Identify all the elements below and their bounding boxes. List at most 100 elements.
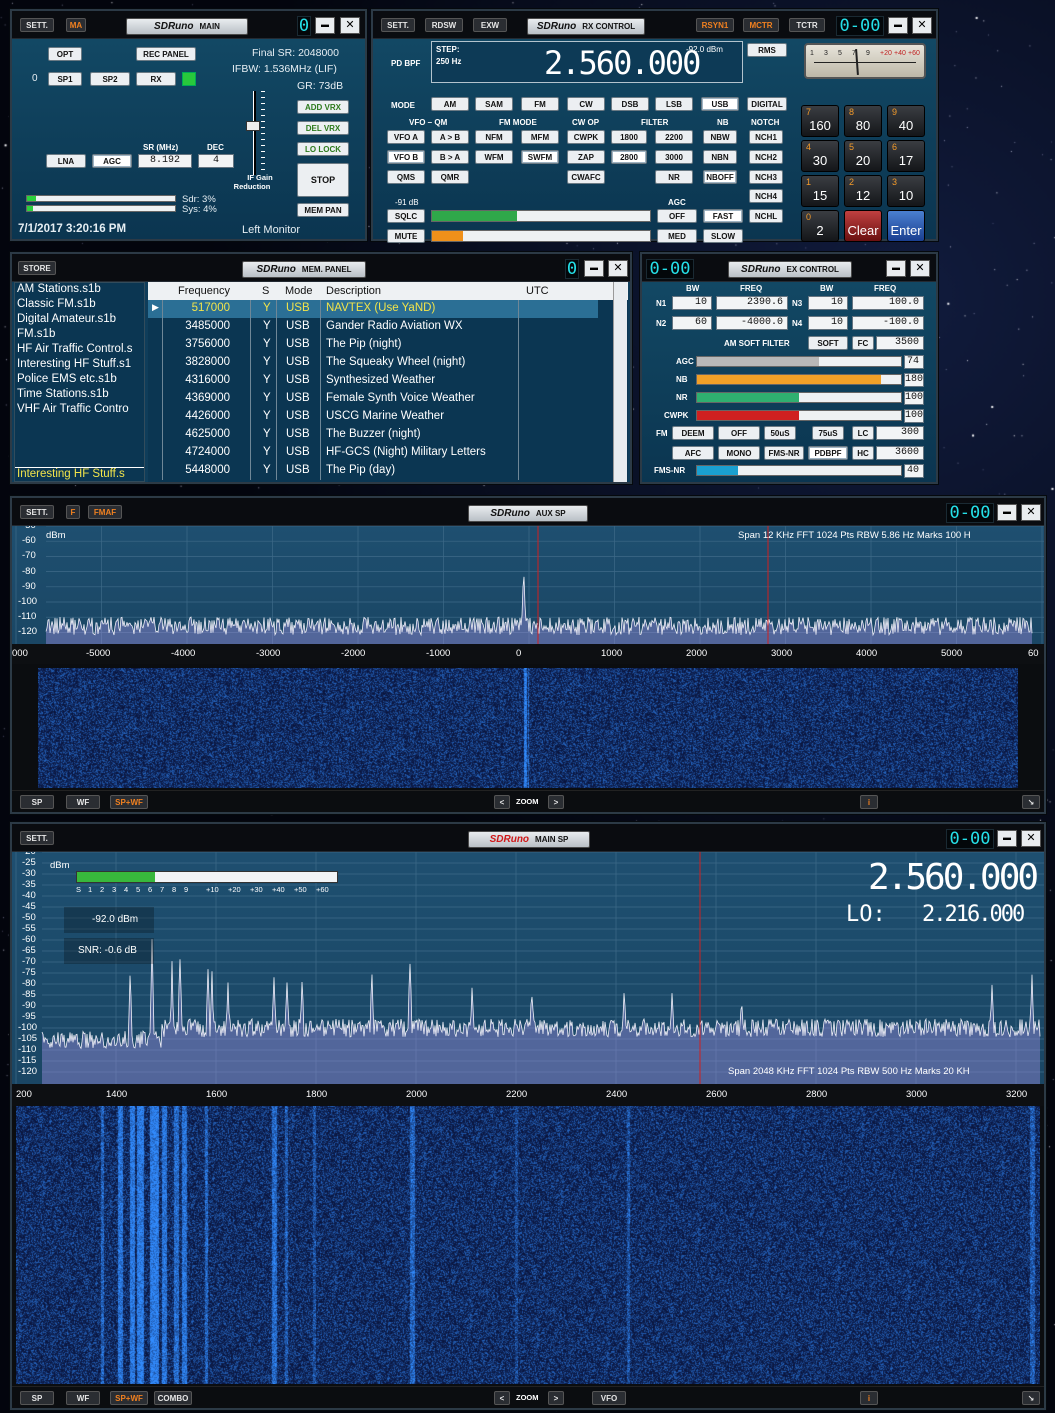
minimize-button[interactable]: ▬ — [315, 17, 335, 34]
file-list-item[interactable]: Interesting HF Stuff.s1 — [17, 358, 131, 370]
close-button[interactable]: ✕ — [608, 260, 628, 277]
table-row[interactable]: 3828000 Y USB The Squeaky Wheel (night) — [148, 354, 598, 372]
fmaf-button[interactable]: FMAF — [88, 505, 122, 519]
main-waterfall[interactable] — [16, 1106, 1040, 1384]
close-button[interactable]: ✕ — [1021, 830, 1041, 847]
rx-titlebar[interactable]: SETT. RDSW EXW SDRuno RX CONTROL RSYN1 MC… — [373, 11, 936, 39]
rdsw-button[interactable]: RDSW — [425, 18, 463, 32]
sqlc-button[interactable]: SQLC — [387, 209, 425, 223]
main-ma-button[interactable]: MA — [66, 18, 86, 32]
fm-off-button[interactable]: OFF — [718, 426, 760, 440]
mode-fm-button[interactable]: FM — [521, 97, 559, 111]
agc-med-button[interactable]: MED — [657, 229, 697, 243]
fmsnr-slider[interactable] — [696, 465, 902, 476]
rx-button-cwafc[interactable]: CWAFC — [567, 170, 605, 184]
rx-button-1800[interactable]: 1800 — [611, 130, 647, 144]
selected-file-field[interactable]: Interesting HF Stuff.s — [15, 467, 144, 481]
aux-titlebar[interactable]: SETT. F FMAF SDRuno AUX SP 0-00 ▬ ✕ — [12, 498, 1044, 526]
table-row[interactable]: 4724000 Y USB HF-GCS (Night) Military Lette… — [148, 444, 598, 462]
mode-sam-button[interactable]: SAM — [475, 97, 513, 111]
keypad-enter-button[interactable]: Enter — [887, 210, 925, 242]
add-vrx-button[interactable]: ADD VRX — [297, 100, 349, 114]
minimize-button[interactable]: ▬ — [584, 260, 604, 277]
pdbpf-button[interactable]: PDBPF — [808, 446, 848, 460]
keypad-30-button[interactable]: 4 30 — [801, 140, 839, 172]
deem-button[interactable]: DEEM — [672, 426, 714, 440]
aux-spectrum[interactable]: dBm Span 12 KHz FFT 1024 Pts RBW 5.86 Hz… — [12, 526, 1044, 644]
rx-button-nch2[interactable]: NCH2 — [749, 150, 783, 164]
if-gain-slider[interactable] — [246, 91, 275, 175]
mctr-button[interactable]: MCTR — [743, 18, 779, 32]
table-row[interactable]: 4369000 Y USB Female Synth Voice Weather — [148, 390, 598, 408]
n4-freq-field[interactable]: -100.0 — [852, 316, 924, 330]
col-utc[interactable]: UTC — [526, 285, 549, 297]
stop-button[interactable]: STOP — [297, 163, 349, 197]
mainsp-titlebar[interactable]: SETT. SDRuno MAIN SP 0-00 ▬ ✕ — [12, 824, 1044, 852]
file-list-item[interactable]: Classic FM.s1b — [17, 298, 96, 310]
lc-field[interactable]: 300 — [876, 426, 924, 440]
close-button[interactable]: ✕ — [912, 17, 932, 34]
sp-wf-button[interactable]: SP+WF — [110, 795, 148, 809]
nch4-button[interactable]: NCH4 — [749, 189, 783, 203]
slider-value-cwpk[interactable]: 100 — [904, 409, 924, 423]
memory-table[interactable]: Frequency S Mode Description UTC ▶ 517000… — [148, 282, 628, 482]
file-list-item[interactable]: VHF Air Traffic Contro — [17, 403, 129, 415]
frequency-display[interactable]: STEP: 250 Hz 2.560.000 -92.0 dBm — [431, 41, 743, 83]
table-row[interactable]: 4316000 Y USB Synthesized Weather — [148, 372, 598, 390]
aux-sett-button[interactable]: SETT. — [20, 505, 54, 519]
n1-bw-field[interactable]: 10 — [672, 296, 712, 310]
aux-f-button[interactable]: F — [66, 505, 80, 519]
keypad-15-button[interactable]: 1 15 — [801, 175, 839, 207]
zoom-out-button[interactable]: < — [494, 795, 510, 809]
file-list-item[interactable]: Time Stations.s1b — [17, 388, 109, 400]
ex-titlebar[interactable]: 0-00 SDRuno EX CONTROL ▬ ✕ — [642, 254, 936, 282]
n1-freq-field[interactable]: 2390.6 — [716, 296, 788, 310]
combo-button[interactable]: COMBO — [154, 1391, 192, 1405]
rx-button-3000[interactable]: 3000 — [655, 150, 693, 164]
slider-value-nr[interactable]: 100 — [904, 391, 924, 405]
slider-value-agc[interactable]: 74 — [904, 355, 924, 369]
agc-slow-button[interactable]: SLOW — [703, 229, 743, 243]
rx-button-zap[interactable]: ZAP — [567, 150, 605, 164]
keypad-20-button[interactable]: 5 20 — [844, 140, 882, 172]
nchl-button[interactable]: NCHL — [749, 209, 783, 223]
table-row[interactable]: 3485000 Y USB Gander Radio Aviation WX — [148, 318, 598, 336]
exw-button[interactable]: EXW — [473, 18, 507, 32]
mode-cw-button[interactable]: CW — [567, 97, 605, 111]
slider-cwpk[interactable] — [696, 410, 902, 421]
if-gain-knob[interactable] — [246, 121, 260, 131]
table-row[interactable]: ▶ 517000 Y USB NAVTEX (Use YaND) — [148, 300, 598, 318]
rx-button[interactable]: RX — [136, 72, 176, 86]
wf-button[interactable]: WF — [66, 1391, 100, 1405]
zoom-out-button[interactable]: < — [494, 1391, 510, 1405]
n4-bw-field[interactable]: 10 — [808, 316, 848, 330]
file-list-item[interactable]: HF Air Traffic Control.s — [17, 343, 132, 355]
close-button[interactable]: ✕ — [340, 17, 360, 34]
fmsnr-field[interactable]: 40 — [904, 464, 924, 478]
75us-button[interactable]: 75uS — [812, 426, 844, 440]
del-vrx-button[interactable]: DEL VRX — [297, 121, 349, 135]
volume-slider[interactable] — [431, 230, 651, 242]
mem-pan-button[interactable]: MEM PAN — [297, 203, 349, 217]
rx-button-2200[interactable]: 2200 — [655, 130, 693, 144]
slider-nb[interactable] — [696, 374, 902, 385]
store-button[interactable]: STORE — [18, 261, 56, 275]
col-frequency[interactable]: Frequency — [178, 285, 230, 297]
lo-lock-button[interactable]: LO LOCK — [297, 142, 349, 156]
hc-button[interactable]: HC — [852, 446, 874, 460]
minimize-button[interactable]: ▬ — [997, 504, 1017, 521]
file-list-item[interactable]: Digital Amateur.s1b — [17, 313, 116, 325]
file-list-item[interactable]: Police EMS etc.s1b — [17, 373, 117, 385]
n3-freq-field[interactable]: 100.0 — [852, 296, 924, 310]
rsyn1-button[interactable]: RSYN1 — [696, 18, 734, 32]
keypad-10-button[interactable]: 3 10 — [887, 175, 925, 207]
sp-button[interactable]: SP — [20, 1391, 54, 1405]
rx-sett-button[interactable]: SETT. — [381, 18, 415, 32]
agc-fast-button[interactable]: FAST — [703, 209, 743, 223]
rx-button-2800[interactable]: 2800 — [611, 150, 647, 164]
rx-button-qms[interactable]: QMS — [387, 170, 425, 184]
squelch-slider[interactable] — [431, 210, 651, 222]
rx-button-nbn[interactable]: NBN — [703, 150, 737, 164]
soft-button[interactable]: SOFT — [808, 336, 848, 350]
agc-off-button[interactable]: OFF — [657, 209, 697, 223]
